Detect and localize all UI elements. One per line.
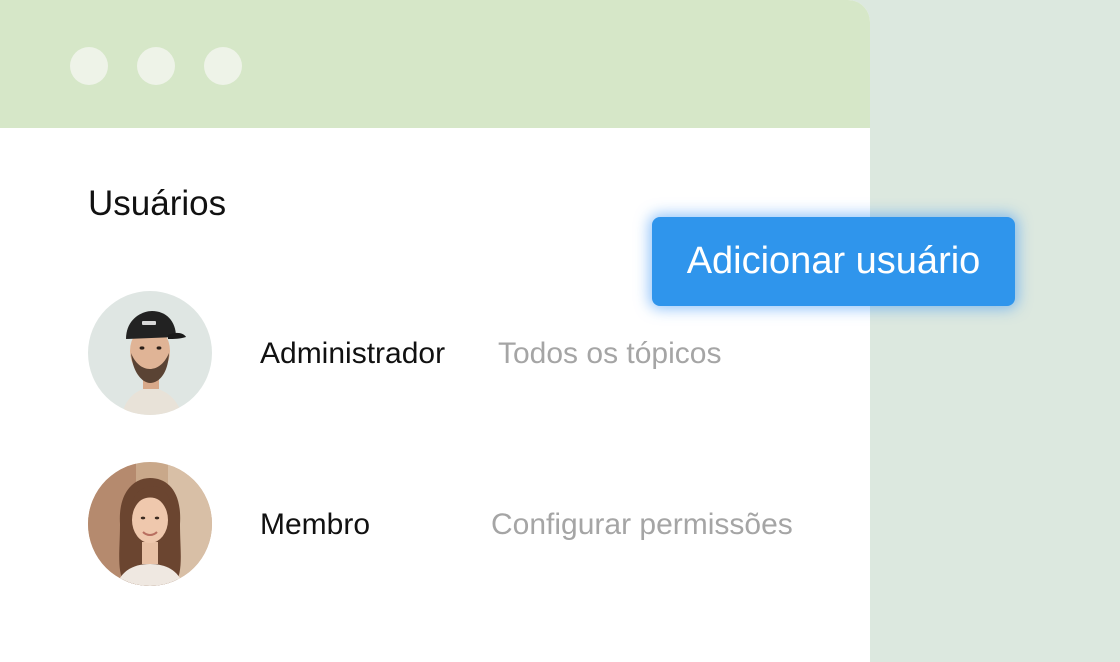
window-control-dot[interactable] xyxy=(204,47,242,85)
user-role-label: Membro xyxy=(260,508,371,541)
user-permission-label[interactable]: Todos os tópicos xyxy=(498,335,721,373)
avatar-icon xyxy=(88,462,212,586)
title-bar xyxy=(0,0,870,128)
app-window: Usuários Administrador Todos os tópicos … xyxy=(0,0,870,662)
add-user-button[interactable]: Adicionar usuário xyxy=(652,217,1015,306)
page-title: Usuários xyxy=(88,184,227,223)
user-row-administrador: Administrador Todos os tópicos xyxy=(0,291,870,417)
user-row-membro: Membro Configurar permissões xyxy=(0,462,870,588)
user-role-label: Administrador xyxy=(260,337,446,370)
window-control-dot[interactable] xyxy=(70,47,108,85)
user-permission-label[interactable]: Configurar permissões xyxy=(491,506,793,544)
avatar-icon xyxy=(88,291,212,415)
window-control-dot[interactable] xyxy=(137,47,175,85)
